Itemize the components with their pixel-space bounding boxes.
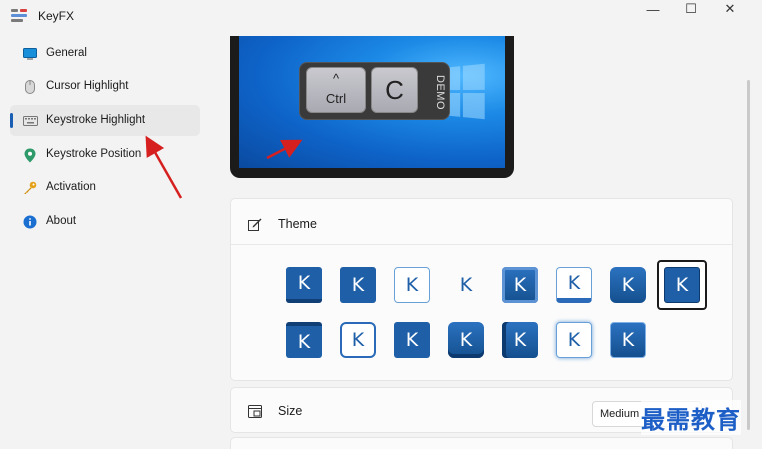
resize-icon (247, 403, 263, 419)
sidebar-item-label: Activation (46, 181, 96, 193)
ctrl-key-label: Ctrl (325, 91, 347, 106)
info-icon (22, 214, 38, 230)
theme-option[interactable]: K (286, 267, 322, 303)
theme-grid: K K K K K K K K K K K K K K K (286, 259, 726, 369)
watermark-text: 最需教育 (641, 400, 741, 435)
keystroke-preview: ^ Ctrl C DEMO (230, 36, 514, 178)
theme-option[interactable]: K (502, 322, 538, 358)
theme-option[interactable]: K (448, 267, 484, 303)
demo-label: DEMO (434, 74, 446, 110)
theme-option[interactable]: K (394, 267, 430, 303)
sidebar-item-label: About (46, 215, 77, 227)
pen-edit-icon (247, 216, 263, 232)
settings-content: ^ Ctrl C DEMO Theme K K K K K K K K K K … (212, 0, 762, 449)
sidebar-item-about[interactable]: About (10, 206, 200, 237)
keyboard-icon (22, 113, 38, 129)
divider (231, 244, 732, 245)
next-settings-card (230, 437, 733, 449)
location-pin-icon (22, 147, 38, 163)
sidebar-item-label: Cursor Highlight (46, 80, 129, 92)
keystroke-overlay: ^ Ctrl C DEMO (299, 62, 450, 120)
monitor-icon (22, 46, 38, 62)
theme-title: Theme (278, 217, 317, 231)
theme-option[interactable]: K (340, 267, 376, 303)
sidebar-item-activation[interactable]: Activation (10, 172, 200, 203)
theme-option-selected[interactable]: K (657, 260, 707, 310)
app-title: KeyFX (38, 9, 75, 23)
sidebar-item-keystroke-highlight[interactable]: Keystroke Highlight (10, 105, 200, 136)
c-key: C (371, 67, 418, 113)
theme-option[interactable]: K (448, 322, 484, 358)
sidebar-item-cursor-highlight[interactable]: Cursor Highlight (10, 71, 200, 102)
theme-option[interactable]: K (610, 267, 646, 303)
theme-option[interactable]: K (556, 267, 592, 303)
desktop-wallpaper: ^ Ctrl C DEMO (239, 36, 505, 168)
theme-option[interactable]: K (394, 322, 430, 358)
mouse-icon (22, 79, 38, 95)
theme-option[interactable]: K (502, 267, 538, 303)
theme-option-key: K (664, 267, 700, 303)
scrollbar[interactable] (747, 80, 750, 430)
sidebar-item-general[interactable]: General (10, 38, 200, 69)
active-indicator (10, 113, 13, 128)
theme-option[interactable]: K (286, 322, 322, 358)
app-logo-icon (11, 9, 27, 23)
sidebar-item-keystroke-position[interactable]: Keystroke Position (10, 139, 200, 170)
ctrl-key: ^ Ctrl (306, 67, 366, 113)
theme-option[interactable]: K (340, 322, 376, 358)
size-title: Size (278, 404, 303, 418)
sidebar-item-label: Keystroke Position (46, 148, 142, 160)
theme-option[interactable]: K (610, 322, 646, 358)
ctrl-caret-symbol: ^ (332, 71, 340, 86)
theme-card: Theme K K K K K K K K K K K K K K K (230, 198, 733, 381)
key-icon (22, 180, 38, 196)
sidebar-item-label: Keystroke Highlight (46, 114, 146, 126)
theme-option[interactable]: K (556, 322, 592, 358)
sidebar-item-label: General (46, 47, 87, 59)
